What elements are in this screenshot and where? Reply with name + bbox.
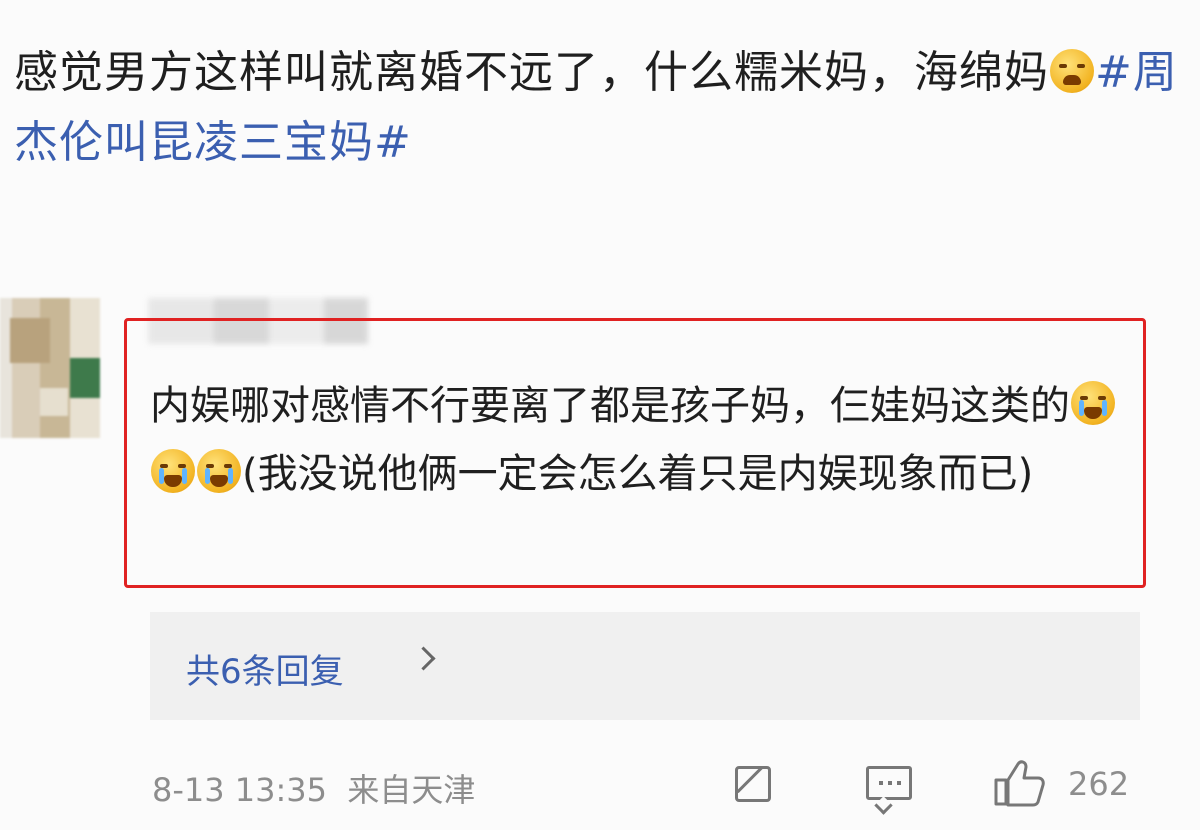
- post-body: 感觉男方这样叫就离婚不远了，什么糯米妈，海绵妈: [14, 47, 1049, 98]
- crying-emoji-icon: [151, 449, 195, 493]
- like-count: 262: [1068, 765, 1130, 803]
- avatar-pixel: [70, 358, 100, 398]
- comment-text: 内娱哪对感情不行要离了都是孩子妈，仨娃妈这类的 (我没说他俩一定会怎么着只是内娱现…: [150, 372, 1140, 508]
- crying-emoji-icon: [197, 449, 241, 493]
- comment-body-part2: (我没说他俩一定会怎么着只是内娱现象而已): [242, 451, 1034, 497]
- chevron-right-icon: [411, 646, 436, 671]
- replies-panel[interactable]: 共6条回复: [150, 612, 1140, 720]
- avatar-pixel: [40, 388, 68, 416]
- comment-body-part1: 内娱哪对感情不行要离了都是孩子妈，仨娃妈这类的: [150, 383, 1070, 429]
- location: 来自天津: [347, 771, 476, 809]
- comment-meta: 8-13 13:35 来自天津: [152, 765, 475, 811]
- share-icon[interactable]: [735, 766, 771, 802]
- post-text: 感觉男方这样叫就离婚不远了，什么糯米妈，海绵妈 #周杰伦叫昆凌三宝妈#: [14, 38, 1189, 178]
- view-replies-link[interactable]: 共6条回复: [186, 644, 344, 693]
- avatar[interactable]: [0, 298, 100, 438]
- like-icon[interactable]: [992, 758, 1048, 808]
- laugh-cry-emoji-icon: [1050, 49, 1094, 93]
- comment-icon[interactable]: [866, 766, 912, 800]
- timestamp: 8-13 13:35: [152, 771, 328, 809]
- avatar-pixel: [10, 318, 50, 363]
- crying-emoji-icon: [1071, 381, 1115, 425]
